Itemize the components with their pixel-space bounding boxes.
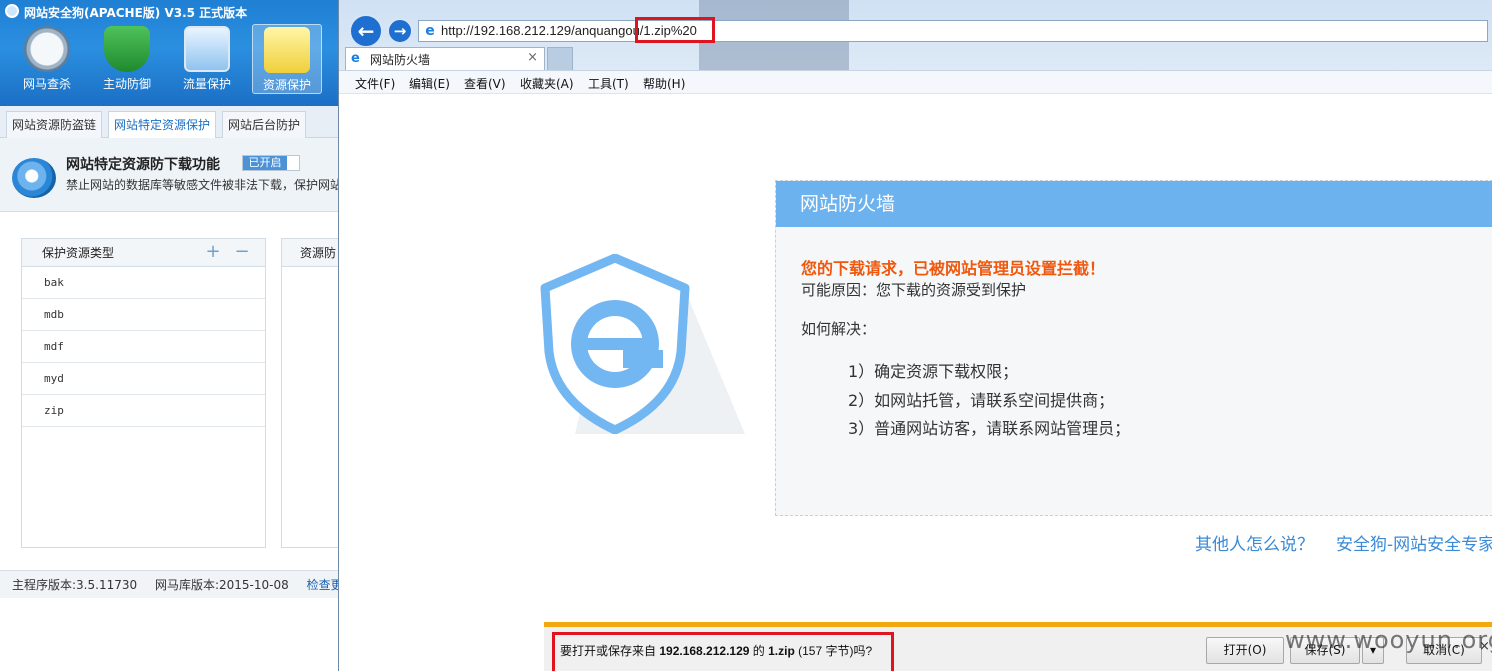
- menu-file[interactable]: 文件(F): [355, 75, 395, 92]
- nav-defense-button[interactable]: 主动防御: [92, 24, 162, 94]
- url-highlight-box: [635, 17, 715, 43]
- folder-icon: [264, 27, 310, 73]
- download-filename: 1.zip: [768, 644, 795, 658]
- nav-resource-button[interactable]: 资源保护: [252, 24, 322, 94]
- prompt-mid: 的: [749, 644, 769, 658]
- menu-edit[interactable]: 编辑(E): [409, 75, 450, 92]
- list-item[interactable]: mdb: [22, 299, 265, 331]
- list-header: 保护资源类型: [22, 239, 265, 267]
- remove-icon[interactable]: −: [234, 243, 250, 261]
- brand-link[interactable]: 安全狗-网站安全专家: [1336, 530, 1492, 555]
- resolve-step: 1）确定资源下载权限；: [848, 362, 1019, 381]
- program-version: 主程序版本:3.5.11730: [12, 578, 138, 592]
- prompt-prefix: 要打开或保存来自: [560, 644, 660, 658]
- app-subtabs: 网站资源防盗链 网站特定资源保护 网站后台防护: [0, 106, 340, 139]
- menu-favorites[interactable]: 收藏夹(A): [520, 75, 574, 92]
- security-app-window: 网站安全狗(APACHE版) V3.5 正式版本 网马查杀 主动防御 流量保护 …: [0, 0, 340, 671]
- feature-toggle[interactable]: 已开启: [242, 155, 300, 171]
- card-title: 网站防火墙: [776, 181, 1492, 227]
- shield-icon: [104, 26, 150, 72]
- status-bar: 主程序版本:3.5.11730 网马库版本:2015-10-08 检查更新: [0, 570, 340, 598]
- nav-label: 资源保护: [262, 78, 311, 92]
- block-alert-text: 您的下载请求，已被网站管理员设置拦截！: [801, 259, 1106, 278]
- menu-bar: 文件(F) 编辑(E) 查看(V) 收藏夹(A) 工具(T) 帮助(H): [339, 70, 1492, 94]
- block-notice-card: 网站防火墙 您的下载请求，已被网站管理员设置拦截！ 可能原因：您下载的资源受到保…: [775, 180, 1492, 516]
- back-button[interactable]: ←: [349, 14, 383, 48]
- new-tab-button[interactable]: [547, 47, 573, 70]
- menu-view[interactable]: 查看(V): [464, 75, 506, 92]
- app-logo-icon: [5, 4, 19, 18]
- nav-label: 流量保护: [182, 77, 231, 91]
- block-reason-text: 可能原因：您下载的资源受到保护: [801, 281, 1027, 299]
- browser-toolbar: ← → e http://192.168.212.129/anquangou/1…: [339, 0, 1492, 70]
- menu-tools[interactable]: 工具(T): [588, 75, 629, 92]
- forward-button[interactable]: →: [387, 18, 413, 44]
- download-prompt: 要打开或保存来自 192.168.212.129 的 1.zip (157 字节…: [560, 642, 872, 659]
- tab-title: 网站防火墙: [370, 53, 431, 67]
- feature-description: 禁止网站的数据库等敏感文件被非法下载，保护网站: [66, 178, 338, 192]
- right-panel-header: 资源防: [282, 239, 340, 267]
- address-bar[interactable]: e http://192.168.212.129/anquangou/1.zip…: [418, 20, 1488, 42]
- disc-protect-icon: [12, 158, 56, 198]
- download-host: 192.168.212.129: [659, 644, 750, 658]
- ie-tab-icon: e: [351, 51, 360, 66]
- firewall-shield-logo: [540, 254, 745, 434]
- list-item[interactable]: zip: [22, 395, 265, 427]
- how-to-resolve-label: 如何解决：: [801, 320, 877, 338]
- list-item[interactable]: myd: [22, 363, 265, 395]
- tab-close-icon[interactable]: ×: [527, 50, 538, 65]
- check-update-link[interactable]: 检查更新: [307, 578, 340, 592]
- nav-traffic-button[interactable]: 流量保护: [172, 24, 242, 94]
- feature-panel: 网站特定资源防下载功能 已开启 禁止网站的数据库等敏感文件被非法下载，保护网站: [0, 138, 340, 212]
- watermark-text: www.wooyun.org: [1285, 626, 1492, 654]
- ie-page-icon: e: [425, 23, 435, 39]
- prompt-suffix: (157 字节)吗?: [794, 644, 873, 658]
- tab-admin-protect[interactable]: 网站后台防护: [222, 111, 307, 138]
- app-header: 网站安全狗(APACHE版) V3.5 正式版本 网马查杀 主动防御 流量保护 …: [0, 0, 340, 106]
- list-item[interactable]: mdf: [22, 331, 265, 363]
- resource-type-list: 保护资源类型 + − bak mdb mdf myd zip: [21, 238, 266, 548]
- feature-title: 网站特定资源防下载功能: [66, 157, 220, 173]
- resolve-step: 3）普通网站访客，请联系网站管理员；: [848, 419, 1131, 438]
- list-item[interactable]: bak: [22, 267, 265, 299]
- db-version: 网马库版本:2015-10-08: [154, 578, 289, 592]
- app-title: 网站安全狗(APACHE版) V3.5 正式版本: [24, 6, 248, 20]
- tab-resource-protect[interactable]: 网站特定资源保护: [108, 111, 217, 139]
- menu-help[interactable]: 帮助(H): [643, 75, 685, 92]
- nav-label: 主动防御: [102, 77, 151, 91]
- nav-scan-button[interactable]: 网马查杀: [12, 24, 82, 94]
- tab-anti-leech[interactable]: 网站资源防盗链: [6, 111, 103, 138]
- browser-window: ← → e http://192.168.212.129/anquangou/1…: [338, 0, 1492, 671]
- resolve-step: 2）如网站托管，请联系空间提供商；: [848, 391, 1115, 410]
- nav-label: 网马查杀: [22, 77, 71, 91]
- add-icon[interactable]: +: [205, 243, 221, 261]
- scan-gauge-icon: [24, 26, 70, 72]
- resource-right-panel: 资源防: [281, 238, 340, 548]
- browser-tab[interactable]: e 网站防火墙 ×: [345, 47, 545, 70]
- open-button[interactable]: 打开(O): [1206, 637, 1284, 664]
- others-say-link[interactable]: 其他人怎么说？: [1195, 530, 1314, 555]
- traffic-chart-icon: [184, 26, 230, 72]
- toggle-label: 已开启: [243, 156, 287, 170]
